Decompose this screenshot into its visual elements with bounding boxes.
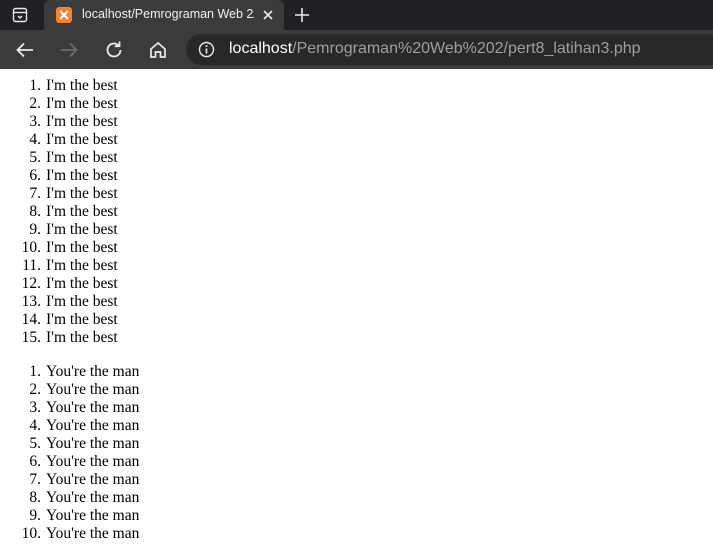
list-item-text: I'm the best [46, 293, 118, 310]
list-item-text: You're the man [46, 507, 140, 524]
list-item-number: 7. [29, 185, 41, 202]
url-host: localhost [229, 40, 293, 57]
list-item-text: You're the man [46, 399, 140, 416]
address-bar[interactable]: localhost/Pemrograman%20Web%202/pert8_la… [186, 34, 713, 65]
list-item-number: 5. [29, 149, 41, 166]
active-tab[interactable]: localhost/Pemrograman Web 2/pert8_latiha… [44, 0, 284, 30]
list-item: 1. I'm the best [0, 77, 118, 95]
list-item-text: I'm the best [46, 149, 118, 166]
list-item-number: 13. [21, 293, 41, 310]
list-item-text: I'm the best [46, 311, 118, 328]
tab-strip: localhost/Pemrograman Web 2/pert8_latiha… [0, 0, 713, 30]
new-tab-icon[interactable] [293, 6, 311, 24]
list-item: 15. I'm the best [0, 329, 118, 347]
tab-title: localhost/Pemrograman Web 2/pert8_latiha… [82, 7, 254, 21]
list-item-number: 1. [29, 363, 41, 380]
url-text: localhost/Pemrograman%20Web%202/pert8_la… [229, 40, 641, 58]
list-item-text: I'm the best [46, 113, 118, 130]
list-item-text: I'm the best [46, 131, 118, 148]
list-item-text: You're the man [46, 525, 140, 542]
list-item-number: 9. [29, 221, 41, 238]
list-item: 3. I'm the best [0, 113, 118, 131]
list-item: 9. You're the man [0, 507, 139, 525]
list-item: 2. I'm the best [0, 95, 118, 113]
ordered-list-best: 1. I'm the best 2. I'm the best 3. I'm the … [0, 77, 118, 347]
back-icon[interactable] [14, 39, 36, 61]
list-item-number: 10. [21, 239, 41, 256]
close-tab-icon[interactable] [261, 8, 275, 22]
list-item-text: I'm the best [46, 239, 118, 256]
list-item-number: 9. [29, 507, 41, 524]
info-icon[interactable] [198, 41, 215, 58]
list-item-number: 10. [21, 525, 41, 542]
list-item-text: You're the man [46, 417, 140, 434]
list-item-text: You're the man [46, 363, 140, 380]
list-item: 5. You're the man [0, 435, 139, 453]
list-item-text: I'm the best [46, 77, 118, 94]
list-item-number: 1. [29, 77, 41, 94]
xampp-favicon-icon [56, 7, 72, 23]
list-item-number: 14. [21, 311, 41, 328]
list-item-text: You're the man [46, 471, 140, 488]
list-item: 7. You're the man [0, 471, 139, 489]
list-item-number: 11. [22, 257, 41, 274]
list-item-number: 6. [29, 453, 41, 470]
tab-actions-icon[interactable] [12, 7, 28, 23]
list-item: 8. I'm the best [0, 203, 118, 221]
list-item-number: 3. [29, 113, 41, 130]
ordered-list-man: 1. You're the man 2. You're the man 3. You'… [0, 363, 140, 543]
list-item: 11. I'm the best [0, 257, 118, 275]
list-item: 12. I'm the best [0, 275, 118, 293]
list-item: 6. I'm the best [0, 167, 118, 185]
list-item-number: 2. [29, 381, 41, 398]
list-item-text: You're the man [46, 453, 140, 470]
list-item-text: I'm the best [46, 167, 118, 184]
list-item: 9. I'm the best [0, 221, 118, 239]
list-item: 10. You're the man [0, 525, 140, 543]
browser-toolbar: localhost/Pemrograman%20Web%202/pert8_la… [0, 30, 713, 69]
list-item: 8. You're the man [0, 489, 139, 507]
forward-icon[interactable] [58, 39, 80, 61]
list-item-number: 4. [29, 131, 41, 148]
list-item: 5. I'm the best [0, 149, 118, 167]
list-item: 6. You're the man [0, 453, 139, 471]
list-item-number: 5. [29, 435, 41, 452]
home-icon[interactable] [147, 39, 169, 61]
list-item-text: I'm the best [46, 257, 118, 274]
list-item-number: 2. [29, 95, 41, 112]
list-item: 1. You're the man [0, 363, 139, 381]
list-item: 7. I'm the best [0, 185, 118, 203]
list-item-text: I'm the best [46, 275, 118, 292]
list-item: 4. I'm the best [0, 131, 118, 149]
list-item-number: 8. [29, 203, 41, 220]
list-item: 13. I'm the best [0, 293, 118, 311]
list-item-text: I'm the best [46, 221, 118, 238]
list-item-text: You're the man [46, 489, 140, 506]
url-path: /Pemrograman%20Web%202/pert8_latihan3.ph… [292, 40, 641, 57]
list-item-text: I'm the best [46, 329, 118, 346]
list-item-text: You're the man [46, 381, 140, 398]
list-item: 3. You're the man [0, 399, 139, 417]
list-item: 14. I'm the best [0, 311, 118, 329]
list-item-number: 3. [29, 399, 41, 416]
list-item-text: I'm the best [46, 185, 118, 202]
list-item-number: 12. [21, 275, 41, 292]
page-content: 1. I'm the best 2. I'm the best 3. I'm the … [0, 69, 713, 552]
list-item-number: 8. [29, 489, 41, 506]
list-item-number: 15. [21, 329, 41, 346]
list-item-number: 6. [29, 167, 41, 184]
list-item-text: I'm the best [46, 203, 118, 220]
list-item-text: You're the man [46, 435, 140, 452]
list-item: 2. You're the man [0, 381, 139, 399]
list-item: 4. You're the man [0, 417, 139, 435]
list-item: 10. I'm the best [0, 239, 118, 257]
list-item-number: 7. [29, 471, 41, 488]
list-item-text: I'm the best [46, 95, 118, 112]
list-item-number: 4. [29, 417, 41, 434]
reload-icon[interactable] [103, 39, 125, 61]
